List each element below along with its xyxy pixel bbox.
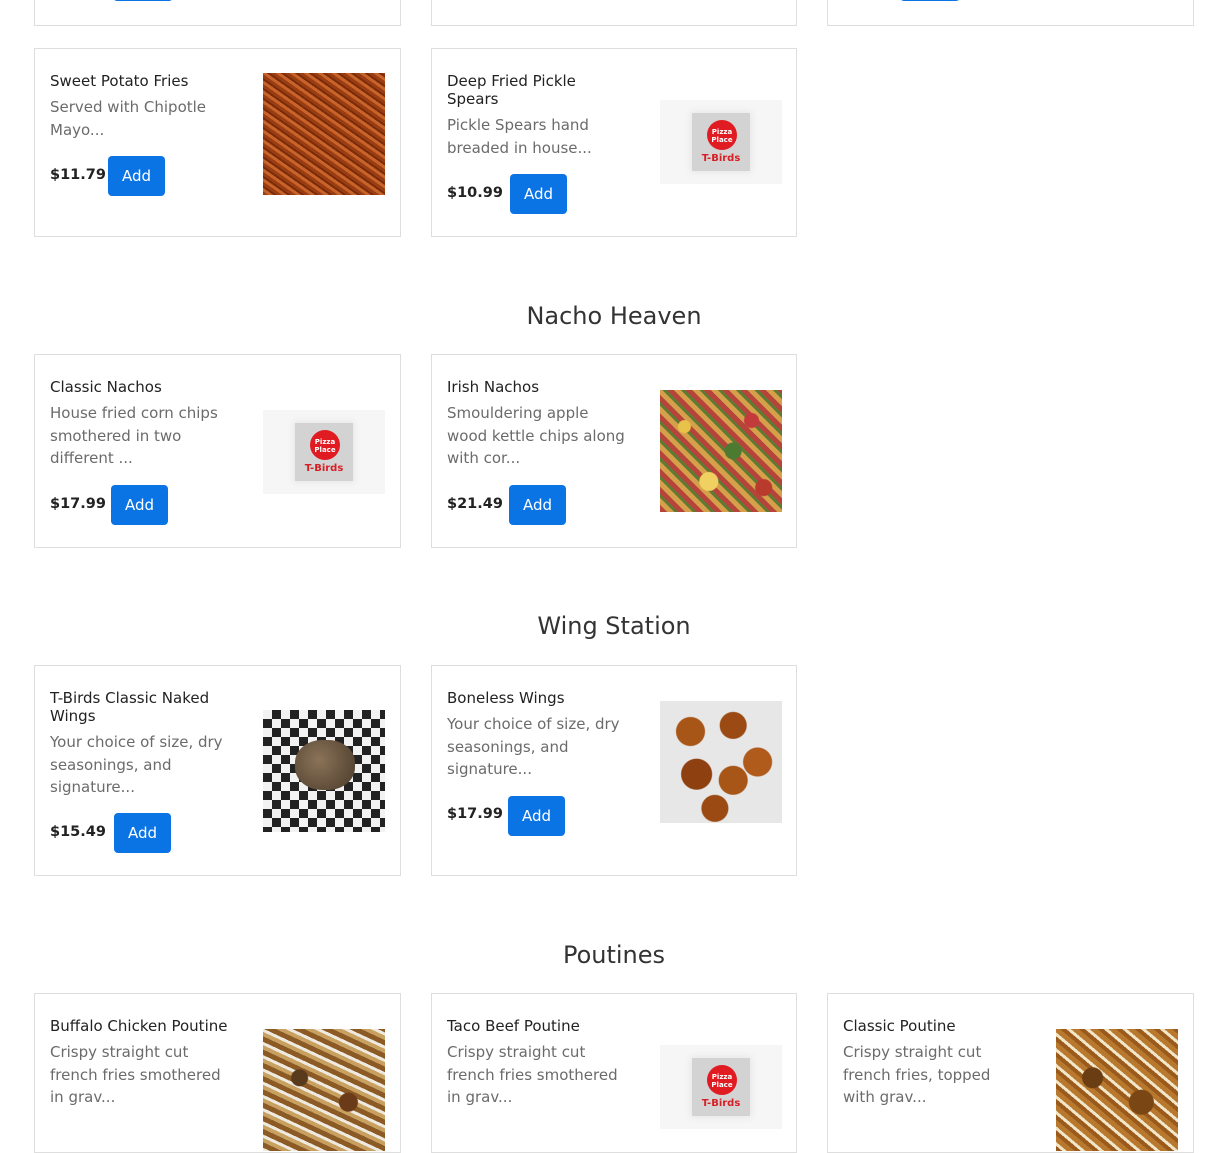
item-description: Crispy straight cut french fries, topped… [843,1043,991,1106]
menu-item-card[interactable]: Sweet Potato Fries Served with Chipotle … [34,48,401,237]
add-button[interactable] [113,0,173,1]
item-price: $11.79 [50,167,106,183]
item-photo [263,73,385,195]
add-button[interactable]: Add [114,813,172,853]
add-button[interactable]: Add [508,796,566,836]
menu-item-card[interactable]: Classic Poutine Crispy straight cut fren… [827,993,1194,1153]
item-description: Your choice of size, dry seasonings, and… [447,715,620,778]
item-photo [263,710,385,832]
menu-item-card[interactable]: Classic Nachos House fried corn chips sm… [34,354,401,548]
menu-item-card[interactable]: Buffalo Chicken Poutine Crispy straight … [34,993,401,1153]
item-name: Classic Poutine [843,1017,956,1035]
item-name: Irish Nachos [447,378,540,396]
section-title-poutines: Poutines [562,941,666,969]
menu-item-card[interactable]: T-Birds Classic Naked Wings Your choice … [34,665,401,876]
item-description: Your choice of size, dry seasonings, and… [50,733,223,796]
item-photo: Pizza Place T-Birds [660,1045,782,1129]
menu-item-card[interactable]: Boneless Wings Your choice of size, dry … [431,665,797,876]
menu-item-card-partial [431,0,797,26]
item-photo [263,1029,385,1151]
item-name: T-Birds Classic Naked Wings [50,689,210,725]
item-photo [660,390,782,512]
item-name: Deep Fried Pickle Spears [447,72,576,108]
item-name: Boneless Wings [447,689,565,707]
add-button[interactable] [900,0,960,1]
item-price: $17.99 [447,806,503,822]
section-title-nacho-heaven: Nacho Heaven [526,302,702,330]
item-name: Taco Beef Poutine [447,1017,580,1035]
add-button[interactable]: Add [509,485,567,525]
menu-item-card-partial [827,0,1194,26]
item-description: Crispy straight cut french fries smother… [50,1043,221,1106]
item-price: $17.99 [50,496,106,512]
item-price: $21.49 [447,496,503,512]
menu-item-card-partial [34,0,401,26]
item-photo [1056,1029,1178,1151]
item-name: Buffalo Chicken Poutine [50,1017,228,1035]
item-photo [660,701,782,823]
item-description: Pickle Spears hand breaded in house... [447,116,592,157]
restaurant-logo: Pizza Place T-Birds [660,1045,782,1129]
item-photo: Pizza Place T-Birds [263,410,385,494]
item-photo: Pizza Place T-Birds [660,100,782,184]
restaurant-logo: Pizza Place T-Birds [263,410,385,494]
add-button[interactable]: Add [111,485,169,525]
item-description: House fried corn chips smothered in two … [50,404,218,467]
restaurant-logo: Pizza Place T-Birds [660,100,782,184]
item-name: Classic Nachos [50,378,162,396]
section-title-wing-station: Wing Station [537,612,691,640]
menu-item-card[interactable]: Deep Fried Pickle Spears Pickle Spears h… [431,48,797,237]
add-button[interactable]: Add [108,156,166,196]
item-price: $15.49 [50,824,106,840]
item-description: Smouldering apple wood kettle chips alon… [447,404,625,467]
item-price: $10.99 [447,185,503,201]
menu-item-card[interactable]: Taco Beef Poutine Crispy straight cut fr… [431,993,797,1153]
item-name: Sweet Potato Fries [50,72,189,90]
item-description: Served with Chipotle Mayo... [50,98,207,139]
item-description: Crispy straight cut french fries smother… [447,1043,618,1106]
add-button[interactable]: Add [510,174,568,214]
menu-item-card[interactable]: Irish Nachos Smouldering apple wood kett… [431,354,797,548]
